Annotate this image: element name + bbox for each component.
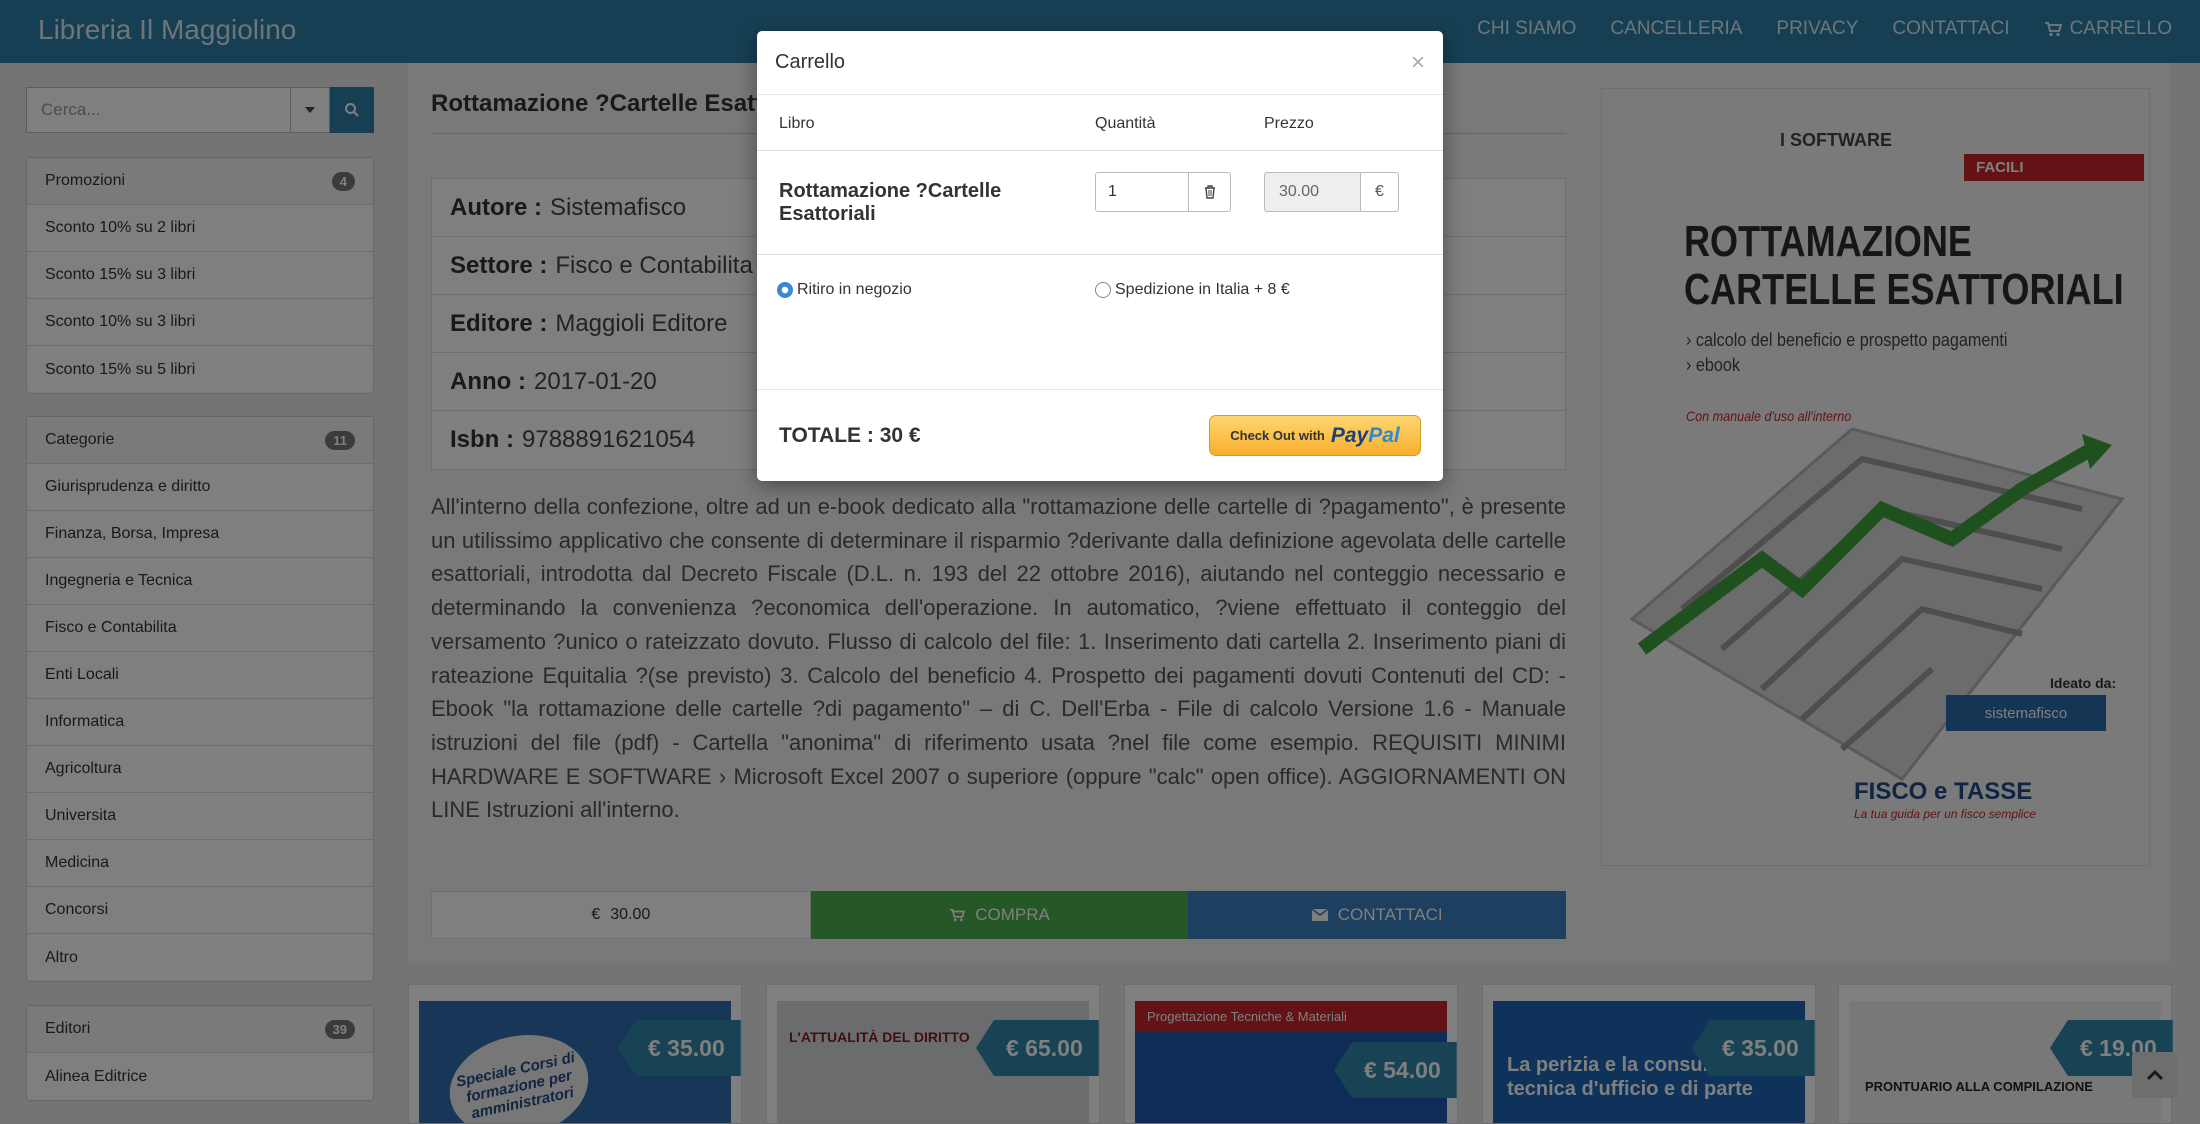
radio-selected-icon bbox=[777, 282, 793, 298]
paypal-logo-pal: Pal bbox=[1368, 423, 1400, 447]
radio-unselected-icon bbox=[1095, 282, 1111, 298]
col-header-qty: Quantità bbox=[1095, 114, 1156, 132]
quantity-group: 1 bbox=[1095, 171, 1264, 212]
price-group: 30.00 € bbox=[1264, 171, 1443, 212]
pickup-cell: Ritiro in negozio bbox=[757, 281, 1095, 299]
price-cell: 30.00 € bbox=[1264, 171, 1443, 212]
cart-table: Libro Quantità Prezzo Rottamazione ?Cart… bbox=[757, 97, 1443, 255]
modal-footer: TOTALE : 30 € Check Out with PayPal bbox=[757, 389, 1443, 481]
currency-addon: € bbox=[1361, 171, 1399, 212]
modal-title: Carrello bbox=[775, 51, 846, 73]
modal-header: Carrello × bbox=[757, 31, 1443, 95]
paypal-prefix: Check Out with bbox=[1230, 428, 1325, 443]
delivery-label: Spedizione in Italia + 8 € bbox=[1115, 281, 1290, 298]
quantity-input[interactable]: 1 bbox=[1095, 171, 1189, 212]
cart-item-title: Rottamazione ?Cartelle Esattoriali bbox=[779, 179, 1002, 225]
delivery-cell: Spedizione in Italia + 8 € bbox=[1095, 281, 1435, 299]
pickup-label: Ritiro in negozio bbox=[797, 281, 912, 298]
cart-table-header: Libro Quantità Prezzo bbox=[757, 97, 1443, 151]
pickup-radio[interactable]: Ritiro in negozio bbox=[777, 281, 1095, 299]
qty-cell: 1 bbox=[1095, 171, 1264, 212]
paypal-logo: PayPal bbox=[1331, 424, 1400, 448]
cart-modal: Carrello × Libro Quantità Prezzo Rottama… bbox=[757, 31, 1443, 481]
close-icon[interactable]: × bbox=[1411, 49, 1425, 77]
shipping-options: Ritiro in negozio Spedizione in Italia +… bbox=[757, 281, 1443, 299]
remove-item-button[interactable] bbox=[1189, 171, 1231, 212]
price-field: 30.00 bbox=[1264, 171, 1361, 212]
col-header-book: Libro bbox=[779, 114, 815, 132]
delivery-radio[interactable]: Spedizione in Italia + 8 € bbox=[1095, 281, 1435, 299]
paypal-checkout-button[interactable]: Check Out with PayPal bbox=[1209, 415, 1421, 456]
cart-row: Rottamazione ?Cartelle Esattoriali 1 30.… bbox=[757, 151, 1443, 255]
col-header-price: Prezzo bbox=[1264, 114, 1314, 132]
trash-icon bbox=[1204, 184, 1215, 199]
paypal-logo-pay: Pay bbox=[1330, 423, 1369, 447]
cart-total: TOTALE : 30 € bbox=[779, 423, 921, 447]
